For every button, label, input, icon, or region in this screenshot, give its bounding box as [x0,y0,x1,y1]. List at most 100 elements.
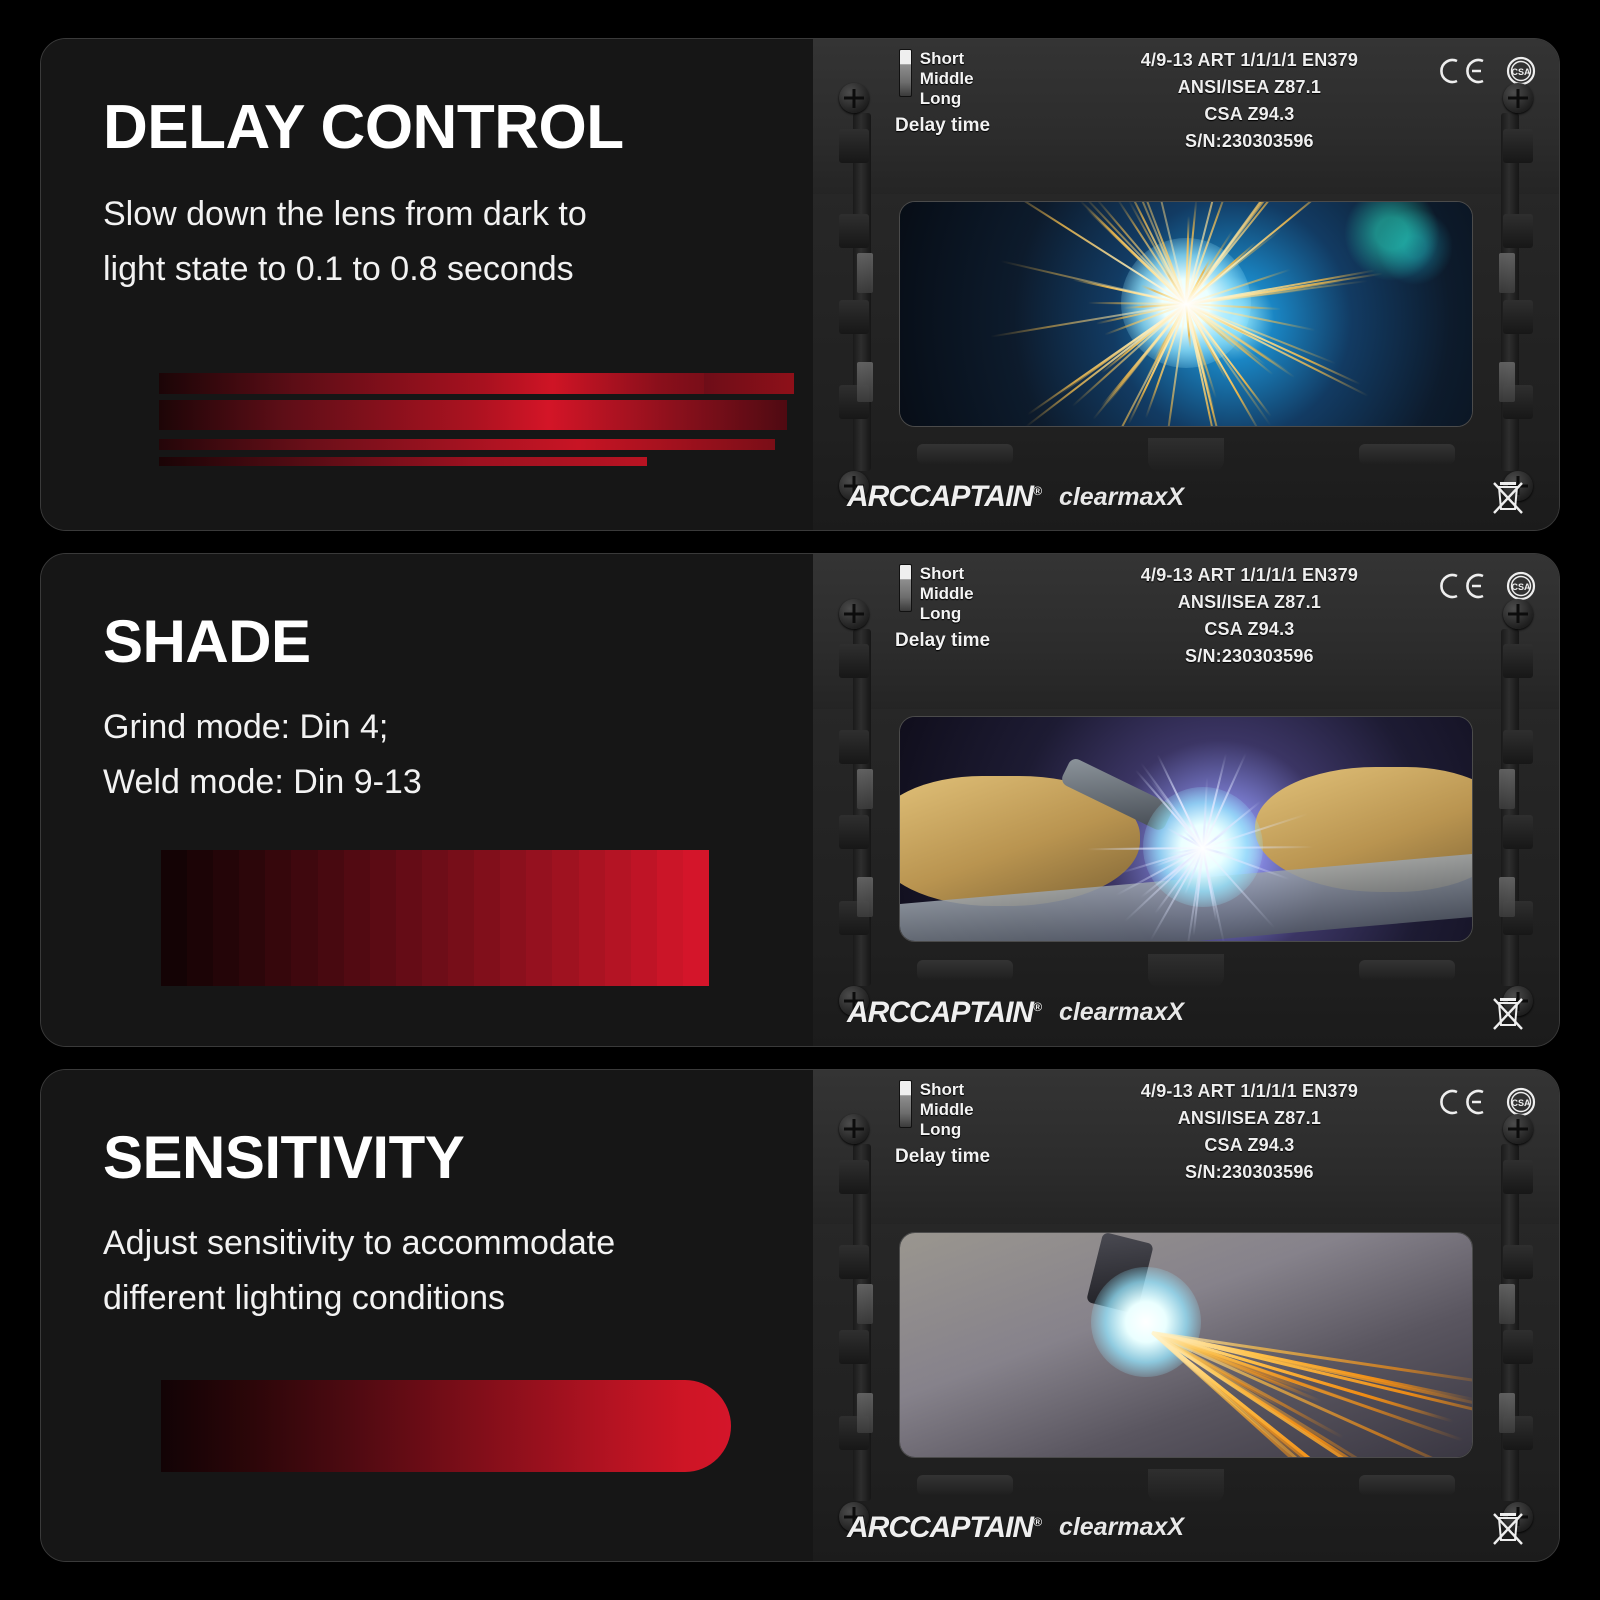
panel-description-delay-control: Slow down the lens from dark to light st… [103,187,763,297]
panel-text-sensitivity: SENSITIVITY Adjust sensitivity to accomm… [41,1070,813,1561]
delay-time-switch[interactable]: Short Middle Long [899,564,974,624]
shade-step [291,850,317,986]
mount-clip [1503,1330,1533,1364]
spark-ray [1186,303,1362,385]
clip-highlight [1499,877,1515,917]
clip-highlight [1499,253,1515,293]
spark-ray [1126,201,1187,304]
svg-text:CSA: CSA [1511,582,1531,592]
ce-mark-icon [1435,571,1491,601]
sensitivity-gradient-bar-graphic [161,1380,731,1472]
spark-ray [1185,258,1211,304]
infographic-page: DELAY CONTROL Slow down the lens from da… [0,0,1600,1600]
spark-ray [1186,288,1310,305]
spark-ray [1027,303,1186,415]
shade-step [161,850,187,986]
clip-highlight [857,769,873,809]
spark-ray [1185,303,1227,380]
csa-mark-icon: CSA [1505,570,1537,602]
delay-time-caption: Delay time [895,115,990,137]
feature-panel-sensitivity: SENSITIVITY Adjust sensitivity to accomm… [40,1069,1560,1562]
spark-ray [1185,201,1197,304]
spark-ray [1025,303,1186,427]
spark-ray [1094,201,1187,304]
description-line-1: Adjust sensitivity to accommodate [103,1216,763,1271]
slider-thumb-icon[interactable] [899,564,912,612]
shade-step [579,850,605,986]
spark-ray [1185,304,1191,349]
cert-line-en379: 4/9-13 ART 1/1/1/1 EN379 [1059,47,1439,74]
spark-ray [1186,268,1291,305]
delay-time-switch[interactable]: Short Middle Long [899,49,974,109]
spark-ray [1185,201,1236,304]
panel-description-sensitivity: Adjust sensitivity to accommodate differ… [103,1216,763,1326]
spark-ray [1185,201,1296,304]
delay-option-short[interactable]: Short [920,1080,974,1100]
shade-step [657,850,683,986]
brand-strip: ARCCAPTAIN® clearmaxX [813,468,1559,526]
weee-bin-icon [1491,478,1525,516]
lens-mount-rail-right [1489,98,1545,486]
spark-ray [1080,201,1187,305]
delay-switch-labels: Short Middle Long [920,1080,974,1140]
brand-logo-arccaptain: ARCCAPTAIN® [847,480,1041,514]
mount-clip [839,129,869,163]
lens-side-tab [1359,444,1455,464]
delay-time-switch[interactable]: Short Middle Long [899,1080,974,1140]
certification-marks: CSA [1435,55,1537,87]
description-line-2: Weld mode: Din 9-13 [103,755,763,810]
serial-number: S/N:230303596 [1059,128,1439,155]
delay-option-middle[interactable]: Middle [920,584,974,604]
ce-mark-icon [1435,56,1491,86]
delay-option-long[interactable]: Long [920,1120,974,1140]
spark-ray [1186,280,1344,305]
weee-bin-icon [1491,1509,1525,1547]
spark-ray [1185,304,1224,427]
lens-bottom-notch [1148,954,1224,988]
spark-ray [1185,303,1266,366]
shade-step [344,850,370,986]
spark-ray [1153,303,1187,361]
spark-burst [900,202,1472,426]
spark-ray [1100,303,1187,407]
delay-option-long[interactable]: Long [920,604,974,624]
product-image-sensitivity: Short Middle Long Delay time 4/9-13 ART … [813,1070,1559,1561]
spark-ray [1185,230,1233,304]
page-title-sensitivity: SENSITIVITY [103,1128,813,1188]
delay-option-short[interactable]: Short [920,564,974,584]
spark-ray [1185,303,1273,375]
lens-bottom-notch [1148,438,1224,472]
delay-option-middle[interactable]: Middle [920,69,974,89]
spark-ray [1093,303,1187,420]
delay-option-short[interactable]: Short [920,49,974,69]
shade-step [265,850,291,986]
lens-mount-rail-left [827,98,883,486]
speed-stripe-1-tail [704,373,794,394]
spark-ray [1186,303,1336,364]
shade-step [552,850,578,986]
certification-text-block: 4/9-13 ART 1/1/1/1 EN379 ANSI/ISEA Z87.1… [1059,47,1439,155]
shade-step [318,850,344,986]
slider-thumb-icon[interactable] [899,49,912,97]
spark-ray [1186,303,1281,310]
delay-option-middle[interactable]: Middle [920,1100,974,1120]
certification-text-block: 4/9-13 ART 1/1/1/1 EN379 ANSI/ISEA Z87.1… [1059,562,1439,670]
screw-icon [1503,599,1533,629]
delay-option-long[interactable]: Long [920,89,974,109]
clip-highlight [857,1284,873,1324]
spark-ray [1124,201,1187,304]
svg-text:CSA: CSA [1511,67,1531,77]
spark-ray [1185,228,1282,305]
slider-thumb-icon[interactable] [899,1080,912,1128]
spark-ray [1072,278,1186,305]
spark-ray [1128,303,1187,424]
certification-marks: CSA [1435,1086,1537,1118]
welding-lens-cartridge: Short Middle Long Delay time 4/9-13 ART … [813,554,1559,1045]
lens-viewing-window [899,716,1473,942]
spark-ray [1185,303,1289,373]
panel-text-shade: SHADE Grind mode: Din 4; Weld mode: Din … [41,554,813,1045]
screw-icon [839,1114,869,1144]
spark-ray [1146,303,1187,379]
spark-ray [1116,201,1187,304]
welding-lens-cartridge: Short Middle Long Delay time 4/9-13 ART … [813,39,1559,530]
